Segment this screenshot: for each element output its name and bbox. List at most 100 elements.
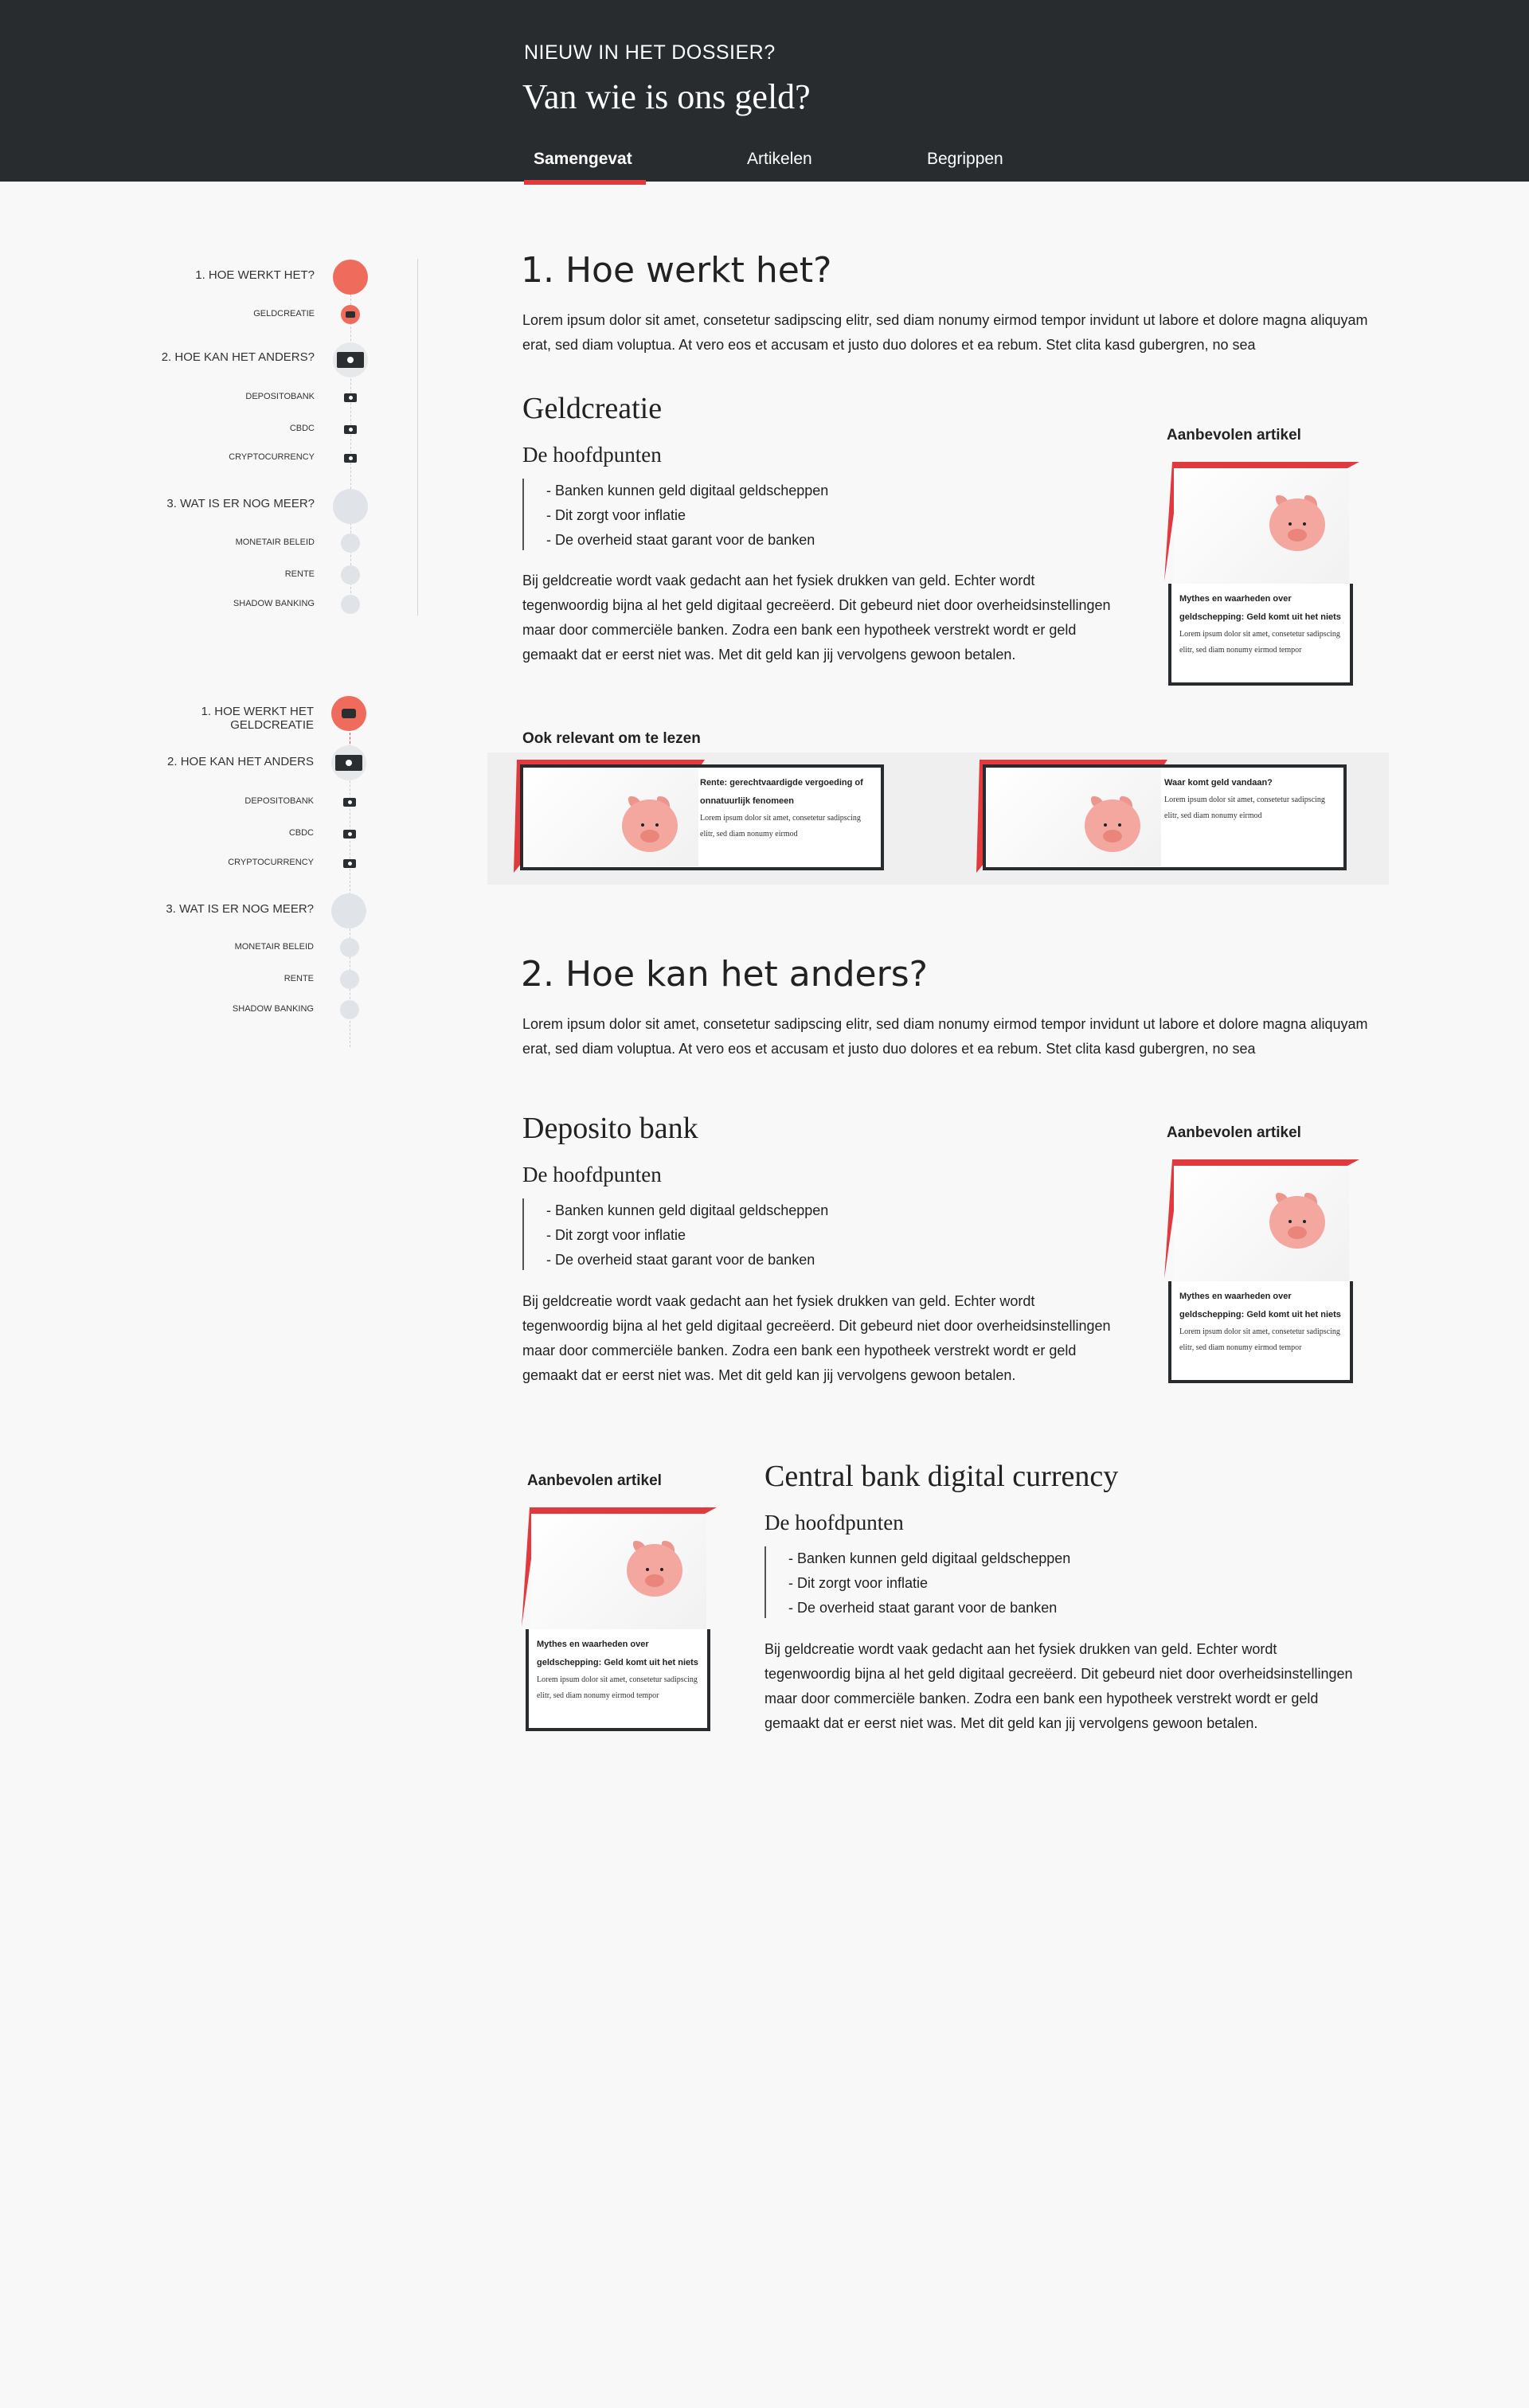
card-text: Mythes en waarheden over geldschepping: … (1168, 1281, 1353, 1383)
nav-item-wat-is-er-nog-meer[interactable]: 3. WAT IS ER NOG MEER? (166, 902, 314, 916)
body-text: Bij geldcreatie wordt vaak gedacht aan h… (522, 573, 1111, 663)
nav-item-rente[interactable]: RENTE (284, 974, 314, 983)
tab-begrippen[interactable]: Begrippen (927, 150, 1003, 169)
step-dot[interactable] (333, 489, 368, 524)
nav-item-geldcreatie[interactable]: GELDCREATIE (253, 309, 315, 319)
card-text: Waar komt geld vandaan? Lorem ipsum dolo… (1164, 774, 1339, 824)
card-text: Mythes en waarheden over geldschepping: … (526, 1629, 710, 1731)
banknote-icon[interactable] (333, 342, 368, 377)
nav-item-cbdc[interactable]: CBDC (289, 828, 314, 838)
relevant-label: Ook relevant om te lezen (522, 730, 701, 747)
list-item: - Banken kunnen geld digitaal geldschepp… (546, 1202, 829, 1218)
recommended-label: Aanbevolen artikel (1167, 1124, 1301, 1141)
points-heading: De hoofdpunten (764, 1511, 904, 1534)
related-article-card[interactable]: Waar komt geld vandaan? Lorem ipsum dolo… (976, 760, 1347, 873)
stamp-icon[interactable] (341, 305, 360, 324)
active-tab-indicator (524, 180, 646, 185)
card-title: Mythes en waarheden over geldschepping: … (1179, 1292, 1341, 1319)
banknote-icon[interactable] (340, 824, 359, 843)
card-excerpt: Lorem ipsum dolor sit amet, consetetur s… (1179, 630, 1340, 655)
banknote-icon[interactable] (341, 388, 360, 407)
nav-item-hoe-werkt-het[interactable]: 1. HOE WERKT HET? (195, 268, 315, 282)
piggy-bank-image (531, 1514, 706, 1629)
banknote-icon[interactable] (340, 854, 359, 873)
header-kicker: NIEUW IN HET DOSSIER? (524, 41, 776, 64)
list-item: - Banken kunnen geld digitaal geldschepp… (788, 1550, 1071, 1566)
step-dot[interactable] (341, 565, 360, 584)
nav-item-monetair-beleid[interactable]: MONETAIR BELEID (236, 538, 315, 547)
card-excerpt: Lorem ipsum dolor sit amet, consetetur s… (1179, 1327, 1340, 1352)
site-header: NIEUW IN HET DOSSIER? Van wie is ons gel… (0, 0, 1529, 185)
nav-item-shadow-banking[interactable]: SHADOW BANKING (233, 1004, 314, 1014)
active-step-dot[interactable] (333, 260, 368, 295)
step-dot[interactable] (341, 595, 360, 614)
recommended-article-card[interactable]: Mythes en waarheden over geldschepping: … (1164, 462, 1359, 686)
sub-heading: Geldcreatie (522, 392, 663, 425)
card-title: Mythes en waarheden over geldschepping: … (1179, 594, 1341, 622)
card-text: Rente: gerechtvaardigde vergoeding of on… (700, 774, 875, 842)
piggy-bank-image (1174, 1166, 1349, 1281)
nav-item-cbdc[interactable]: CBDC (290, 424, 315, 433)
nav-separator (417, 259, 418, 616)
recommended-article-card[interactable]: Mythes en waarheden over geldschepping: … (522, 1507, 717, 1732)
list-item: - De overheid staat garant voor de banke… (546, 1252, 815, 1268)
nav-item-hoe-kan-het-anders[interactable]: 2. HOE KAN HET ANDERS? (162, 350, 315, 364)
nav-item-monetair-beleid[interactable]: MONETAIR BELEID (235, 942, 314, 952)
banknote-icon[interactable] (340, 792, 359, 811)
banknote-icon[interactable] (341, 420, 360, 439)
stamp-icon[interactable] (331, 696, 366, 731)
nav-item-cryptocurrency[interactable]: CRYPTOCURRENCY (228, 858, 314, 867)
nav-item-wat-is-er-nog-meer[interactable]: 3. WAT IS ER NOG MEER? (166, 497, 315, 510)
related-article-card[interactable]: Rente: gerechtvaardigde vergoeding of on… (514, 760, 884, 873)
tab-artikelen[interactable]: Artikelen (747, 150, 812, 169)
list-item: - Dit zorgt voor inflatie (546, 1227, 686, 1243)
card-text: Mythes en waarheden over geldschepping: … (1168, 584, 1353, 686)
banknote-icon[interactable] (341, 448, 360, 467)
tab-samengevat[interactable]: Samengevat (534, 150, 632, 169)
sub-heading: Central bank digital currency (764, 1460, 1119, 1493)
sub-heading: Deposito bank (522, 1112, 698, 1145)
card-title: Waar komt geld vandaan? (1164, 778, 1273, 788)
step-dot[interactable] (340, 1000, 359, 1019)
section-heading: 1. Hoe werkt het? (521, 250, 832, 291)
nav-item-cryptocurrency[interactable]: CRYPTOCURRENCY (229, 452, 315, 462)
recommended-label: Aanbevolen artikel (527, 1472, 662, 1489)
points-heading: De hoofdpunten (522, 443, 662, 467)
list-item: - Dit zorgt voor inflatie (788, 1575, 929, 1591)
card-title: Mythes en waarheden over geldschepping: … (537, 1640, 698, 1667)
piggy-bank-image (523, 768, 698, 866)
section-heading: 2. Hoe kan het anders? (521, 954, 928, 995)
nav-item-rente[interactable]: RENTE (285, 569, 315, 579)
key-points-list: - Banken kunnen geld digitaal geldschepp… (522, 479, 828, 550)
step-dot[interactable] (340, 938, 359, 957)
page-title: Van wie is ons geld? (522, 77, 811, 116)
list-item: - Banken kunnen geld digitaal geldschepp… (546, 483, 829, 498)
key-points-list: - Banken kunnen geld digitaal geldschepp… (522, 1198, 828, 1270)
card-title: Rente: gerechtvaardigde vergoeding of on… (700, 778, 863, 806)
step-dot[interactable] (341, 534, 360, 553)
recommended-label: Aanbevolen artikel (1167, 427, 1301, 444)
section-lead: Lorem ipsum dolor sit amet, consetetur s… (522, 1016, 1368, 1057)
nav-item-shadow-banking[interactable]: SHADOW BANKING (233, 599, 315, 608)
step-dot[interactable] (331, 893, 366, 928)
key-points-list: - Banken kunnen geld digitaal geldschepp… (764, 1546, 1070, 1618)
body-text: Bij geldcreatie wordt vaak gedacht aan h… (764, 1641, 1353, 1731)
banknote-icon[interactable] (331, 745, 366, 780)
body-text: Bij geldcreatie wordt vaak gedacht aan h… (522, 1293, 1111, 1383)
nav-item-hoe-kan-het-anders[interactable]: 2. HOE KAN HET ANDERS (167, 755, 314, 768)
piggy-bank-image (1174, 468, 1349, 584)
step-dot[interactable] (340, 970, 359, 989)
nav-item-depositobank[interactable]: DEPOSITOBANK (244, 796, 314, 806)
card-excerpt: Lorem ipsum dolor sit amet, consetetur s… (537, 1675, 698, 1700)
card-excerpt: Lorem ipsum dolor sit amet, consetetur s… (1164, 796, 1325, 820)
points-heading: De hoofdpunten (522, 1163, 662, 1186)
list-item: - De overheid staat garant voor de banke… (788, 1600, 1058, 1616)
card-excerpt: Lorem ipsum dolor sit amet, consetetur s… (700, 814, 861, 838)
list-item: - De overheid staat garant voor de banke… (546, 532, 815, 548)
list-item: - Dit zorgt voor inflatie (546, 507, 686, 523)
nav-item-depositobank[interactable]: DEPOSITOBANK (245, 392, 315, 401)
section-lead: Lorem ipsum dolor sit amet, consetetur s… (522, 312, 1368, 353)
piggy-bank-image (986, 768, 1161, 866)
recommended-article-card[interactable]: Mythes en waarheden over geldschepping: … (1164, 1159, 1359, 1384)
nav-item-hoe-werkt-het-geldcreatie[interactable]: 1. HOE WERKT HET GELDCREATIE (201, 705, 314, 732)
